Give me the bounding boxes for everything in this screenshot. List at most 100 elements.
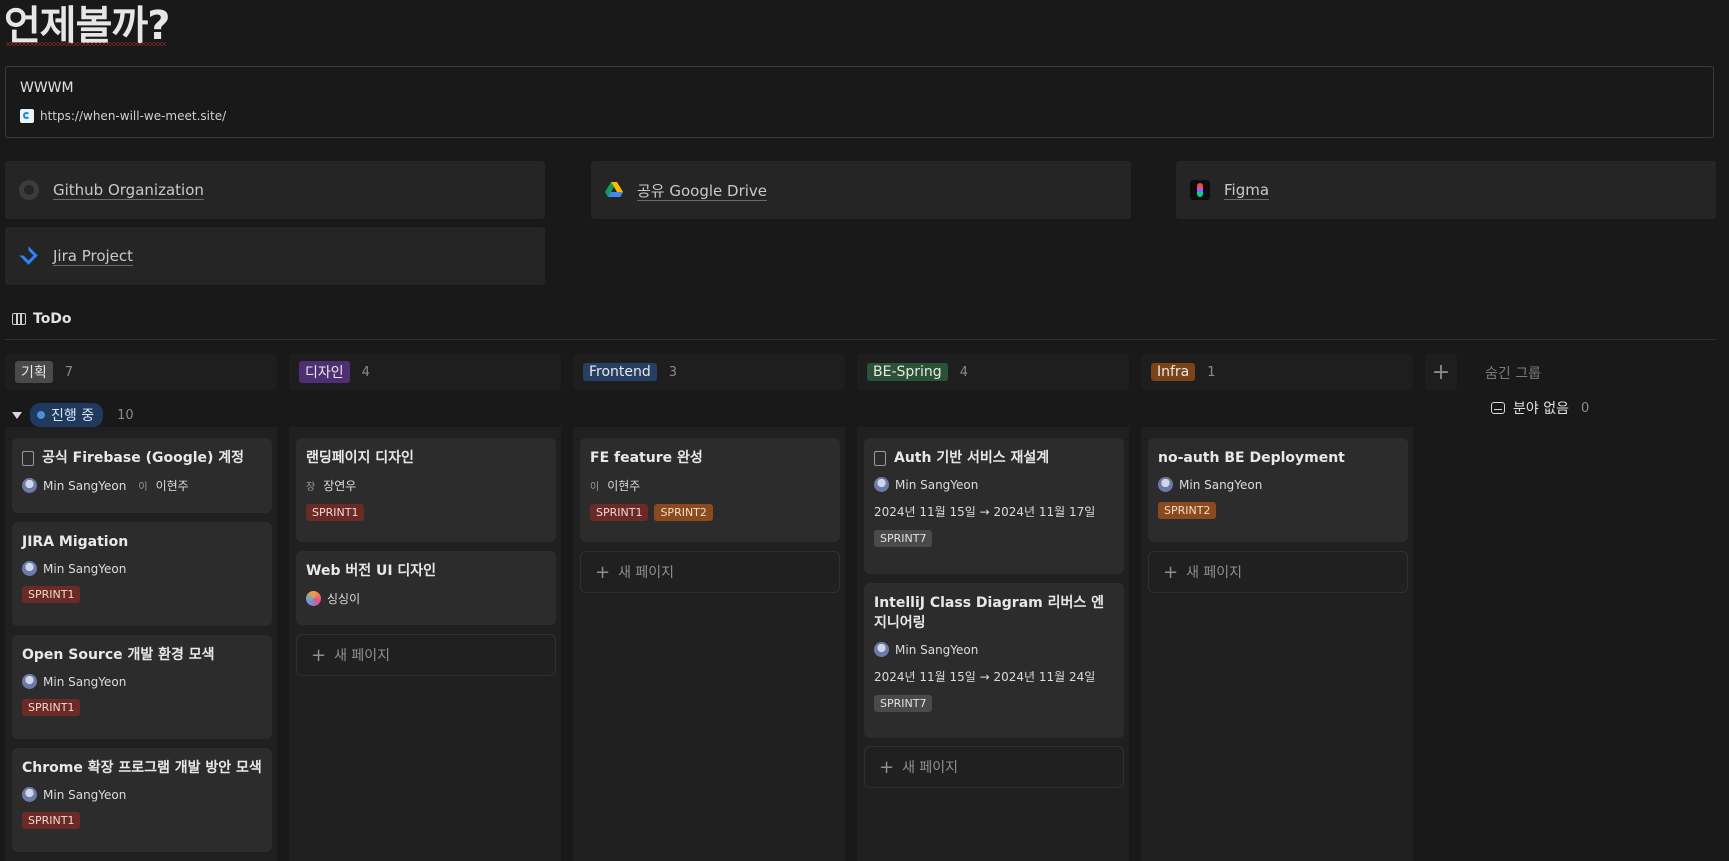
card[interactable]: no-auth BE Deployment Min SangYeon SPRIN…: [1148, 438, 1408, 542]
column-count: 4: [361, 364, 370, 380]
plus-icon: +: [311, 644, 327, 666]
card[interactable]: Auth 기반 서비스 재설계 Min SangYeon 2024년 11월 1…: [864, 438, 1124, 574]
sprint-tags: SPRINT1: [306, 504, 546, 521]
status-dot-icon: [37, 411, 45, 419]
spellcheck-underline: [6, 42, 166, 46]
bookmark-url: https://when-will-we-meet.site/: [40, 109, 227, 123]
column-count: 4: [959, 364, 968, 380]
page-title[interactable]: 언제볼까?: [4, 0, 170, 52]
board-icon: [12, 313, 26, 325]
sprint-tags: SPRINT1 SPRINT2: [590, 504, 830, 521]
avatar: [1158, 477, 1173, 492]
card-title: 랜딩페이지 디자인: [306, 450, 414, 466]
sprint-tag: SPRINT1: [306, 504, 365, 521]
assignee-name: 싱싱이: [327, 592, 361, 606]
card[interactable]: Open Source 개발 환경 모색 Min SangYeon SPRINT…: [12, 635, 272, 739]
database-title[interactable]: ToDo: [12, 311, 72, 327]
assignees: 싱싱이: [306, 590, 546, 607]
new-page-label: 새 페이지: [1186, 565, 1243, 581]
column-count: 1: [1207, 364, 1216, 380]
column-header-planning[interactable]: 기획 7: [5, 354, 277, 390]
new-page-button[interactable]: + 새 페이지: [864, 746, 1124, 788]
divider: [5, 339, 1716, 340]
column-header-frontend[interactable]: Frontend 3: [573, 354, 845, 390]
column-header-be-spring[interactable]: BE-Spring 4: [857, 354, 1129, 390]
no-category-group[interactable]: 분야 없음 0: [1491, 398, 1589, 418]
group-count: 10: [117, 407, 134, 423]
inbox-icon: [1491, 402, 1505, 414]
assignees: Min SangYeon: [874, 642, 1114, 657]
avatar: [22, 787, 37, 802]
avatar: [22, 674, 37, 689]
link-jira[interactable]: Jira Project: [5, 227, 545, 285]
card-title-row: 공식 Firebase (Google) 계정: [22, 448, 262, 468]
add-group-button[interactable]: +: [1425, 354, 1457, 390]
bookmark-block[interactable]: WWWM https://when-will-we-meet.site/: [5, 66, 1714, 138]
avatar: [22, 561, 37, 576]
database-title-text: ToDo: [33, 311, 72, 327]
avatar: 이: [138, 482, 148, 493]
card-title: JIRA Migation: [22, 534, 129, 550]
column-tag: Frontend: [583, 363, 657, 381]
assignee-name: 장연우: [323, 479, 357, 493]
card-title: IntelliJ Class Diagram 리버스 엔지니어링: [874, 595, 1104, 631]
avatar: [22, 478, 37, 493]
link-figma[interactable]: Figma: [1176, 161, 1716, 219]
card[interactable]: 공식 Firebase (Google) 계정 Min SangYeon 이 이…: [12, 438, 272, 513]
link-label: Github Organization: [53, 181, 204, 199]
group-toggle[interactable]: 진행 중 10: [12, 403, 134, 427]
card[interactable]: Chrome 확장 프로그램 개발 방안 모색 Min SangYeon SPR…: [12, 748, 272, 852]
assignees: Min SangYeon: [22, 787, 262, 802]
new-page-button[interactable]: + 새 페이지: [580, 551, 840, 593]
sprint-tag: SPRINT2: [654, 504, 713, 521]
date-range: 2024년 11월 15일 → 2024년 11월 17일: [874, 505, 1096, 519]
sprint-tags: SPRINT7: [874, 530, 1114, 547]
card[interactable]: IntelliJ Class Diagram 리버스 엔지니어링 Min San…: [864, 583, 1124, 738]
column-header-design[interactable]: 디자인 4: [289, 354, 561, 390]
page-icon: [22, 451, 34, 466]
figma-icon: [1190, 180, 1210, 200]
assignees: Min SangYeon: [22, 561, 262, 576]
assignee-name: Min SangYeon: [895, 477, 979, 492]
card[interactable]: JIRA Migation Min SangYeon SPRINT1: [12, 522, 272, 626]
plus-icon: +: [1163, 561, 1179, 583]
card[interactable]: FE feature 완성 이 이현주 SPRINT1 SPRINT2: [580, 438, 840, 542]
bookmark-title: WWWM: [20, 80, 74, 96]
link-label: Jira Project: [53, 247, 134, 265]
page-icon: [874, 451, 886, 466]
new-page-button[interactable]: + 새 페이지: [1148, 551, 1408, 593]
assignee-name: Min SangYeon: [43, 561, 127, 576]
google-drive-icon: [605, 182, 623, 197]
avatar: [306, 591, 321, 606]
avatar: 이: [590, 482, 600, 493]
toggle-triangle-icon[interactable]: [12, 411, 22, 419]
card-title: Open Source 개발 환경 모색: [22, 647, 215, 663]
link-label: 공유 Google Drive: [637, 181, 768, 200]
assignees: 장 장연우: [306, 477, 546, 494]
card-title: Web 버전 UI 디자인: [306, 563, 437, 579]
avatar: [874, 477, 889, 492]
plus-icon: +: [595, 561, 611, 583]
hidden-groups-label[interactable]: 숨긴 그룹: [1485, 363, 1541, 383]
column-header-infra[interactable]: Infra 1: [1141, 354, 1413, 390]
card[interactable]: Web 버전 UI 디자인 싱싱이: [296, 551, 556, 625]
sprint-tag: SPRINT1: [22, 586, 81, 603]
card[interactable]: 랜딩페이지 디자인 장 장연우 SPRINT1: [296, 438, 556, 542]
avatar: 장: [306, 482, 316, 493]
status-badge: 진행 중: [30, 403, 104, 427]
card-title: Auth 기반 서비스 재설계: [894, 450, 1050, 466]
sprint-tags: SPRINT1: [22, 699, 262, 716]
assignees: Min SangYeon: [1158, 477, 1398, 492]
no-category-count: 0: [1580, 400, 1590, 416]
link-google-drive[interactable]: 공유 Google Drive: [591, 161, 1131, 219]
assignees: 이 이현주: [590, 477, 830, 494]
plus-icon: +: [879, 756, 895, 778]
sprint-tag: SPRINT1: [590, 504, 649, 521]
new-page-button[interactable]: + 새 페이지: [296, 634, 556, 676]
sprint-tag: SPRINT2: [1158, 502, 1217, 519]
new-page-label: 새 페이지: [618, 565, 675, 581]
link-github[interactable]: Github Organization: [5, 161, 545, 219]
assignees: Min SangYeon 이 이현주: [22, 477, 262, 494]
date-range: 2024년 11월 15일 → 2024년 11월 24일: [874, 670, 1096, 684]
sprint-tag: SPRINT7: [874, 530, 933, 547]
